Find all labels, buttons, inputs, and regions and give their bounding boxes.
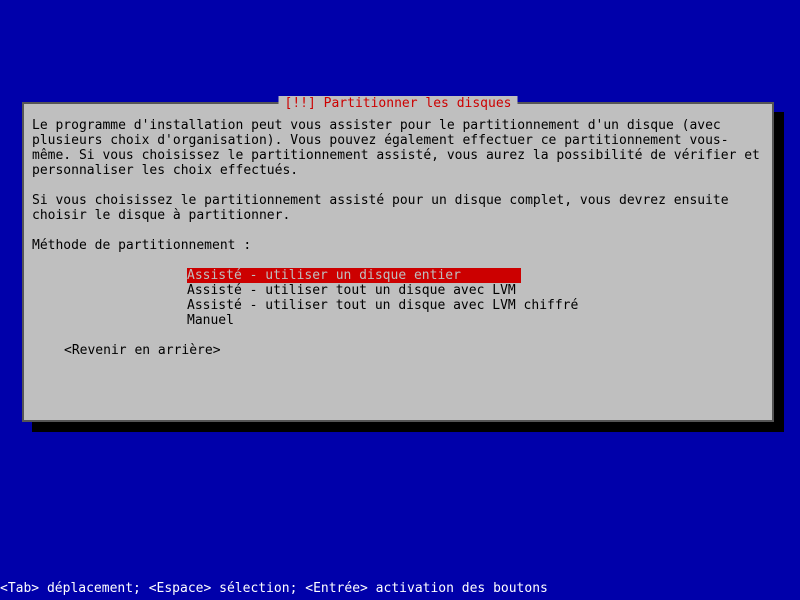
dialog-content: Le programme d'installation peut vous as… — [24, 104, 772, 358]
menu-item-guided-whole-disk[interactable]: Assisté - utiliser un disque entier — [187, 268, 521, 283]
partition-method-menu: Assisté - utiliser un disque entier Assi… — [187, 268, 764, 328]
menu-item-guided-lvm-encrypted[interactable]: Assisté - utiliser tout un disque avec L… — [187, 298, 578, 313]
dialog-title: [!!] Partitionner les disques — [279, 96, 518, 111]
menu-item-manual[interactable]: Manuel — [187, 313, 234, 328]
go-back-button[interactable]: <Revenir en arrière> — [64, 343, 764, 358]
footer-help-text: <Tab> déplacement; <Espace> sélection; <… — [0, 581, 548, 596]
menu-item-guided-lvm[interactable]: Assisté - utiliser tout un disque avec L… — [187, 283, 516, 298]
description-paragraph-1: Le programme d'installation peut vous as… — [32, 118, 764, 178]
method-prompt: Méthode de partitionnement : — [32, 238, 764, 253]
description-paragraph-2: Si vous choisissez le partitionnement as… — [32, 193, 764, 223]
partition-dialog: [!!] Partitionner les disques Le program… — [22, 102, 774, 422]
